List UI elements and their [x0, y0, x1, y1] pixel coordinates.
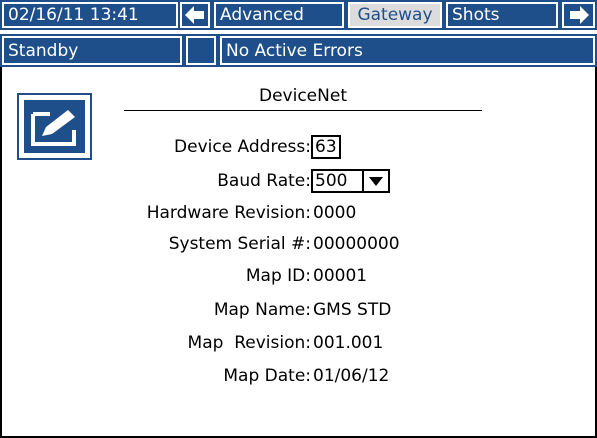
- tab-shots[interactable]: Shots: [446, 2, 558, 28]
- tab-gateway[interactable]: Gateway: [348, 2, 442, 28]
- map-id-label: Map ID:: [245, 266, 311, 286]
- arrow-right-icon: [569, 6, 589, 24]
- hardware-revision-value: 0000: [313, 203, 357, 223]
- baud-rate-value: 500: [315, 171, 348, 191]
- device-address-field[interactable]: 63: [311, 135, 341, 159]
- baud-rate-select[interactable]: 500: [311, 169, 390, 193]
- map-name-value: GMS STD: [313, 300, 392, 320]
- device-address-label: Device Address:: [174, 137, 311, 157]
- status-bar: Standby No Active Errors: [0, 34, 597, 67]
- map-date-row: Map Date: 01/06/12: [0, 364, 420, 388]
- map-date-value: 01/06/12: [313, 366, 390, 386]
- section-title: DeviceNet: [124, 86, 482, 111]
- map-name-row: Map Name: GMS STD: [0, 298, 420, 322]
- hardware-revision-row: Hardware Revision: 0000: [0, 201, 420, 225]
- status-indicator: [186, 36, 216, 65]
- hardware-revision-label: Hardware Revision:: [146, 203, 311, 223]
- baud-rate-label: Baud Rate:: [217, 171, 311, 191]
- dropdown-button[interactable]: [362, 171, 388, 191]
- nav-right-button[interactable]: [562, 2, 595, 28]
- top-nav-bar: 02/16/11 13:41 Advanced Gateway Shots: [0, 0, 597, 30]
- system-serial-label: System Serial #:: [168, 234, 311, 254]
- nav-left-button[interactable]: [180, 2, 210, 28]
- map-id-value: 00001: [313, 266, 368, 286]
- chevron-down-icon: [369, 176, 383, 186]
- datetime-display: 02/16/11 13:41: [2, 2, 178, 28]
- map-revision-label: Map Revision:: [187, 333, 311, 353]
- tab-advanced[interactable]: Advanced: [214, 2, 344, 28]
- map-revision-row: Map Revision: 001.001: [0, 331, 420, 355]
- baud-rate-row: Baud Rate: 500: [0, 169, 420, 193]
- map-revision-value: 001.001: [313, 333, 384, 353]
- arrow-left-icon: [185, 6, 204, 24]
- system-serial-row: System Serial #: 00000000: [0, 232, 420, 256]
- mode-status: Standby: [2, 36, 182, 65]
- error-status: No Active Errors: [220, 36, 595, 65]
- device-address-row: Device Address: 63: [0, 135, 420, 159]
- map-name-label: Map Name:: [213, 300, 311, 320]
- system-serial-value: 00000000: [313, 234, 400, 254]
- map-id-row: Map ID: 00001: [0, 264, 420, 288]
- map-date-label: Map Date:: [223, 366, 311, 386]
